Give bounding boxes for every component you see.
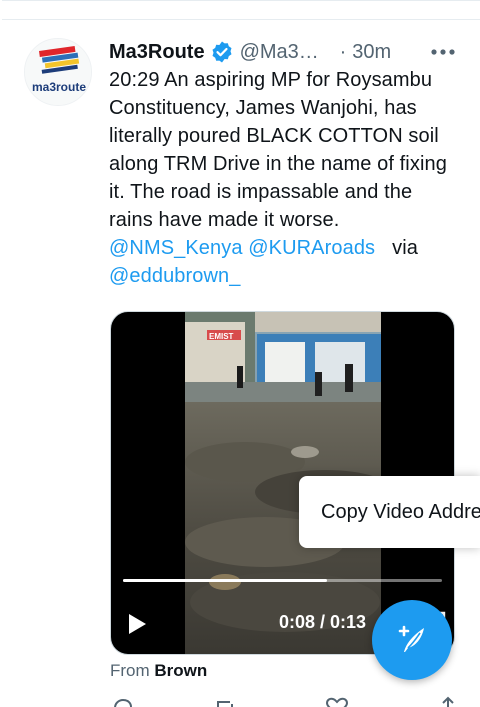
retweet-button[interactable]	[214, 696, 240, 707]
tweet-text: 20:29 An aspiring MP for Roysambu Consti…	[109, 66, 459, 290]
shop-sign-text: EMIST	[209, 332, 234, 341]
mention-eddubrown[interactable]: @eddubrown_	[109, 265, 241, 287]
avatar-logo-text: ma3route	[32, 80, 86, 94]
play-icon	[129, 614, 146, 634]
tweet-action-bar	[110, 696, 460, 707]
separator-dot: ·	[339, 40, 347, 63]
tweet-body: 20:29 An aspiring MP for Roysambu Consti…	[109, 69, 447, 231]
avatar[interactable]: ma3route	[24, 38, 92, 106]
verified-badge-icon	[210, 40, 234, 64]
source-prefix: From	[110, 661, 150, 680]
reply-button[interactable]	[110, 696, 136, 707]
copy-video-address-menu-item[interactable]: Copy Video Address	[321, 501, 480, 524]
source-name[interactable]: Brown	[154, 661, 207, 680]
like-button[interactable]	[324, 696, 350, 707]
top-divider	[2, 19, 480, 20]
timestamp[interactable]: 30m	[352, 41, 391, 64]
heart-icon	[325, 697, 349, 707]
display-name[interactable]: Ma3Route	[109, 41, 205, 64]
via-label: via	[392, 237, 419, 259]
mention-nms-kenya[interactable]: @NMS_Kenya	[109, 237, 243, 259]
compose-tweet-icon	[398, 625, 424, 652]
share-icon	[442, 696, 454, 707]
handle[interactable]: @Ma3Route	[240, 41, 330, 64]
top-divider-upper	[2, 0, 480, 1]
video-context-menu: Copy Video Address	[299, 476, 480, 548]
more-options-button[interactable]	[427, 38, 459, 66]
tweet-header: Ma3Route @Ma3Route · 30m	[109, 38, 469, 66]
more-horizontal-icon	[431, 49, 455, 55]
compose-tweet-button[interactable]	[372, 600, 452, 680]
ma3route-logo: ma3route	[25, 39, 91, 105]
reply-icon	[114, 698, 133, 707]
video-progress-fill	[123, 579, 328, 582]
share-button[interactable]	[436, 696, 460, 707]
mention-kuraroads[interactable]: @KURAroads	[248, 237, 375, 259]
tweet-source: From Brown	[110, 661, 207, 681]
retweet-icon	[217, 701, 233, 707]
play-button[interactable]	[123, 610, 151, 638]
video-progress-bar[interactable]	[123, 579, 442, 582]
